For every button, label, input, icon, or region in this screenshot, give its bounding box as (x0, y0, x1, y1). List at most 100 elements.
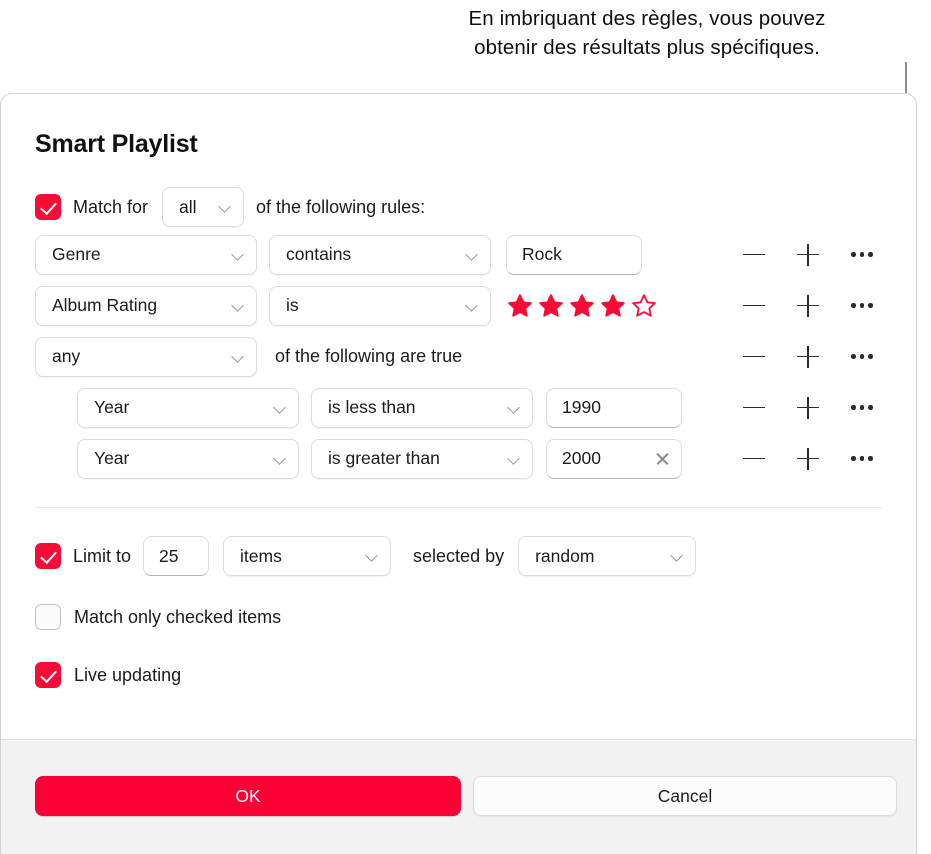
rule-operator-value: is (286, 295, 299, 315)
nested-rule-row: Year is greater than 2000 (35, 433, 882, 484)
chevron-down-icon (508, 401, 522, 415)
ellipsis-icon (851, 354, 873, 359)
star-outline-icon[interactable] (631, 293, 657, 319)
cancel-button[interactable]: Cancel (473, 776, 897, 816)
more-options-button[interactable] (835, 444, 889, 474)
add-rule-button[interactable] (781, 342, 835, 372)
minus-icon (743, 253, 765, 256)
match-label: Match for (73, 196, 149, 217)
selected-by-value: random (535, 545, 595, 566)
rule-operator-value: is less than (328, 397, 416, 417)
star-filled-icon[interactable] (600, 293, 626, 319)
limit-unit-select[interactable]: items (223, 536, 392, 576)
rule-operator-select[interactable]: is greater than (311, 438, 533, 479)
match-only-checked-checkbox[interactable] (35, 604, 61, 630)
limit-amount-input[interactable]: 25 (143, 536, 210, 576)
limit-checkbox[interactable] (35, 543, 61, 569)
clear-icon[interactable] (655, 451, 671, 467)
live-updating-checkbox[interactable] (35, 662, 61, 688)
add-rule-button[interactable] (781, 393, 835, 423)
more-options-button[interactable] (835, 291, 889, 321)
limit-row: Limit to 25 items selected by random (35, 533, 882, 579)
smart-playlist-dialog: Smart Playlist Match for all of the foll… (0, 93, 917, 854)
rule-operator-value: is greater than (328, 448, 440, 468)
rule-field-select[interactable]: Year (77, 387, 299, 428)
rule-operator-select[interactable]: is less than (311, 387, 533, 428)
rule-value-input[interactable]: Rock (506, 234, 642, 275)
minus-icon (743, 355, 765, 358)
rule-operator-select[interactable]: contains (269, 234, 491, 275)
chevron-down-icon (274, 452, 288, 466)
rule-operator-select[interactable]: is (269, 285, 491, 326)
match-type-select[interactable]: all (162, 187, 245, 227)
rule-star-rating[interactable] (507, 293, 657, 319)
plus-icon (797, 345, 819, 368)
add-rule-button[interactable] (781, 240, 835, 270)
section-divider (35, 507, 882, 508)
add-rule-button[interactable] (781, 444, 835, 474)
rule-field-select[interactable]: Year (77, 438, 299, 479)
callout-annotation: En imbriquant des règles, vous pouvez ob… (380, 4, 914, 62)
rule-row: any of the following are true (35, 331, 882, 382)
rule-value-input[interactable]: 2000 (546, 438, 682, 479)
remove-rule-button[interactable] (727, 342, 781, 372)
match-row: Match for all of the following rules: (35, 185, 882, 229)
rule-row: Album Rating is (35, 280, 882, 331)
rule-field-value: Genre (52, 244, 101, 264)
rule-field-select[interactable]: Genre (35, 234, 257, 275)
chevron-down-icon (219, 200, 233, 214)
remove-rule-button[interactable] (727, 291, 781, 321)
ok-button[interactable]: OK (35, 776, 461, 816)
match-only-checked-label: Match only checked items (74, 606, 282, 627)
limit-unit-value: items (240, 545, 282, 566)
live-updating-label: Live updating (74, 664, 182, 685)
dialog-footer: OK Cancel (1, 739, 916, 854)
remove-rule-button[interactable] (727, 240, 781, 270)
star-filled-icon[interactable] (538, 293, 564, 319)
rule-field-value: Year (94, 397, 130, 417)
callout-line-1: En imbriquant des règles, vous pouvez (468, 7, 826, 30)
plus-icon (797, 243, 819, 266)
ellipsis-icon (851, 405, 873, 410)
more-options-button[interactable] (835, 393, 889, 423)
chevron-down-icon (366, 549, 380, 563)
chevron-down-icon (671, 549, 685, 563)
live-updating-row: Live updating (35, 655, 882, 695)
ellipsis-icon (851, 252, 873, 257)
rule-value-text: 2000 (562, 448, 601, 468)
rule-field-select[interactable]: Album Rating (35, 285, 257, 326)
row-actions (727, 342, 889, 372)
row-actions (727, 240, 889, 270)
row-actions (727, 444, 889, 474)
chevron-down-icon (508, 452, 522, 466)
match-suffix-label: of the following rules: (256, 196, 426, 217)
plus-icon (797, 447, 819, 470)
rule-field-select[interactable]: any (35, 336, 257, 377)
limit-amount-value: 25 (159, 545, 179, 566)
rules-list: Genre contains Rock Album Rating is any of the… (35, 229, 882, 484)
star-filled-icon[interactable] (569, 293, 595, 319)
more-options-button[interactable] (835, 240, 889, 270)
minus-icon (743, 304, 765, 307)
plus-icon (797, 396, 819, 419)
row-actions (727, 291, 889, 321)
selected-by-select[interactable]: random (518, 536, 697, 576)
add-rule-button[interactable] (781, 291, 835, 321)
rule-value-text: 1990 (562, 397, 601, 417)
chevron-down-icon (466, 248, 480, 262)
more-options-button[interactable] (835, 342, 889, 372)
chevron-down-icon (232, 350, 246, 364)
screenshot-root: En imbriquant des règles, vous pouvez ob… (0, 0, 931, 854)
page-title: Smart Playlist (35, 130, 198, 158)
chevron-down-icon (466, 299, 480, 313)
rule-value-input[interactable]: 1990 (546, 387, 682, 428)
callout-line-2: obtenir des résultats plus spécifiques. (474, 36, 820, 59)
rule-operator-value: contains (286, 244, 352, 264)
remove-rule-button[interactable] (727, 444, 781, 474)
match-checkbox[interactable] (35, 194, 61, 220)
rule-row: Genre contains Rock (35, 229, 882, 280)
rule-field-value: Year (94, 448, 130, 468)
row-actions (727, 393, 889, 423)
star-filled-icon[interactable] (507, 293, 533, 319)
remove-rule-button[interactable] (727, 393, 781, 423)
